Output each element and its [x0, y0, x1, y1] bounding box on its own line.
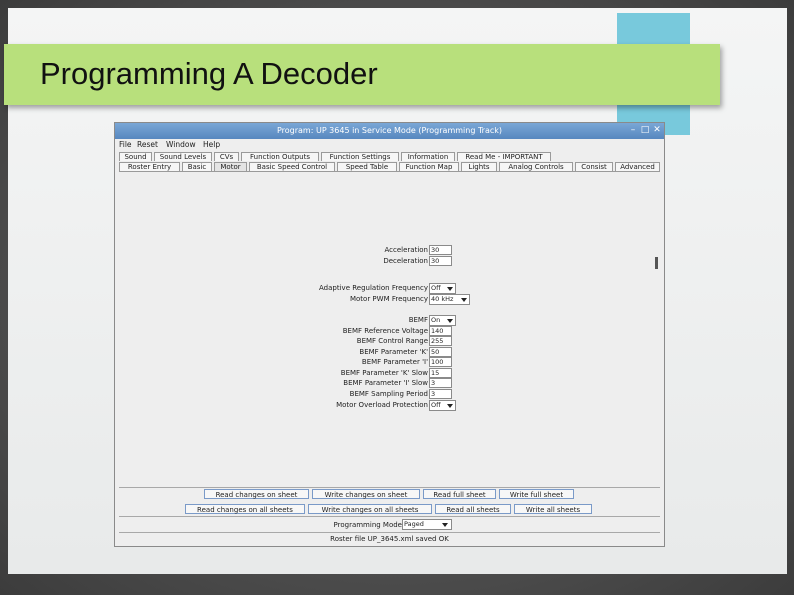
status-message: Roster file UP_3645.xml saved OK — [330, 535, 449, 543]
bemf-parameter-k-label: BEMF Parameter 'K' — [359, 348, 428, 356]
bemf-label: BEMF — [408, 316, 428, 324]
tab-function-outputs[interactable]: Function Outputs — [241, 152, 319, 161]
tab-function-map[interactable]: Function Map — [399, 162, 459, 171]
tab-cvs[interactable]: CVs — [214, 152, 239, 161]
adaptive-regulation-frequency-label: Adaptive Regulation Frequency — [319, 284, 428, 292]
programming-mode-value: Paged — [404, 520, 424, 528]
menu-file[interactable]: File — [119, 140, 132, 149]
bemf-parameter-i-field[interactable]: 100 — [429, 357, 452, 367]
motor-overload-protection-select[interactable]: Off — [429, 400, 456, 411]
maximize-icon[interactable]: □ — [640, 125, 650, 135]
separator — [119, 532, 660, 533]
slide-title: Programming A Decoder — [40, 56, 378, 91]
tab-information[interactable]: Information — [401, 152, 455, 161]
window-titlebar[interactable]: Program: UP 3645 in Service Mode (Progra… — [115, 123, 664, 139]
acceleration-label: Acceleration — [384, 246, 429, 254]
write-changes-on-sheet-button[interactable]: Write changes on sheet — [312, 489, 420, 499]
window-title: Program: UP 3645 in Service Mode (Progra… — [276, 126, 503, 135]
programming-mode-label: Programming Mode — [333, 521, 402, 529]
tab-roster-entry[interactable]: Roster Entry — [119, 162, 180, 171]
program-window: Program: UP 3645 in Service Mode (Progra… — [114, 122, 665, 547]
bemf-parameter-i-slow-field[interactable]: 3 — [429, 378, 452, 388]
tab-basic-speed-control[interactable]: Basic Speed Control — [249, 162, 335, 171]
write-all-sheets-button[interactable]: Write all sheets — [514, 504, 592, 514]
motor-overload-protection-label: Motor Overload Protection — [336, 401, 428, 409]
bemf-select[interactable]: On — [429, 315, 456, 326]
tab-analog-controls[interactable]: Analog Controls — [499, 162, 573, 171]
chevron-down-icon — [442, 523, 448, 527]
programming-mode-select[interactable]: Paged — [402, 519, 452, 530]
tab-lights[interactable]: Lights — [461, 162, 497, 171]
deceleration-label: Deceleration — [383, 257, 428, 265]
scrollbar-thumb[interactable] — [655, 257, 658, 269]
separator — [119, 516, 660, 517]
chevron-down-icon — [447, 287, 453, 291]
minimize-icon[interactable]: – — [628, 125, 638, 135]
read-full-sheet-button[interactable]: Read full sheet — [423, 489, 496, 499]
menu-bar: File Reset Window Help — [115, 139, 664, 150]
separator — [119, 487, 660, 488]
write-full-sheet-button[interactable]: Write full sheet — [499, 489, 574, 499]
tab-row-1: Sound Sound Levels CVs Function Outputs … — [119, 152, 660, 162]
motor-overload-protection-value: Off — [431, 401, 441, 409]
bemf-reference-voltage-field[interactable]: 140 — [429, 326, 452, 336]
read-all-sheets-button[interactable]: Read all sheets — [435, 504, 511, 514]
adaptive-regulation-frequency-value: Off — [431, 284, 441, 292]
menu-help[interactable]: Help — [203, 140, 220, 149]
motor-pwm-frequency-select[interactable]: 40 kHz — [429, 294, 470, 305]
motor-panel: Acceleration 30 Deceleration 30 Adaptive… — [119, 171, 660, 487]
menu-window[interactable]: Window — [166, 140, 196, 149]
tab-sound[interactable]: Sound — [119, 152, 152, 161]
bemf-control-range-field[interactable]: 255 — [429, 336, 452, 346]
bemf-parameter-k-slow-label: BEMF Parameter 'K' Slow — [340, 369, 428, 377]
read-changes-on-all-sheets-button[interactable]: Read changes on all sheets — [185, 504, 305, 514]
deceleration-field[interactable]: 30 — [429, 256, 452, 266]
motor-pwm-frequency-label: Motor PWM Frequency — [349, 295, 428, 303]
bemf-value: On — [431, 316, 441, 324]
bemf-parameter-i-label: BEMF Parameter 'I' — [361, 358, 428, 366]
close-icon[interactable]: ✕ — [652, 125, 662, 135]
bemf-parameter-k-slow-field[interactable]: 15 — [429, 368, 452, 378]
bemf-reference-voltage-label: BEMF Reference Voltage — [342, 327, 428, 335]
acceleration-field[interactable]: 30 — [429, 245, 452, 255]
tab-speed-table[interactable]: Speed Table — [337, 162, 397, 171]
slide-title-bar: Programming A Decoder — [4, 44, 720, 105]
bemf-parameter-k-field[interactable]: 50 — [429, 347, 452, 357]
write-changes-on-all-sheets-button[interactable]: Write changes on all sheets — [308, 504, 432, 514]
read-changes-on-sheet-button[interactable]: Read changes on sheet — [204, 489, 309, 499]
menu-reset[interactable]: Reset — [137, 140, 158, 149]
tab-consist[interactable]: Consist — [575, 162, 613, 171]
tab-read-me-important[interactable]: Read Me - IMPORTANT — [457, 152, 551, 161]
tab-sound-levels[interactable]: Sound Levels — [154, 152, 212, 161]
chevron-down-icon — [447, 404, 453, 408]
chevron-down-icon — [461, 298, 467, 302]
bemf-parameter-i-slow-label: BEMF Parameter 'I' Slow — [343, 379, 428, 387]
bemf-sampling-period-label: BEMF Sampling Period — [349, 390, 428, 398]
tab-basic[interactable]: Basic — [182, 162, 212, 171]
bemf-control-range-label: BEMF Control Range — [356, 337, 428, 345]
motor-pwm-frequency-value: 40 kHz — [431, 295, 454, 303]
tab-advanced[interactable]: Advanced — [615, 162, 660, 171]
bemf-sampling-period-field[interactable]: 3 — [429, 389, 452, 399]
adaptive-regulation-frequency-select[interactable]: Off — [429, 283, 456, 294]
tab-function-settings[interactable]: Function Settings — [321, 152, 399, 161]
chevron-down-icon — [447, 319, 453, 323]
tab-motor[interactable]: Motor — [214, 162, 247, 171]
